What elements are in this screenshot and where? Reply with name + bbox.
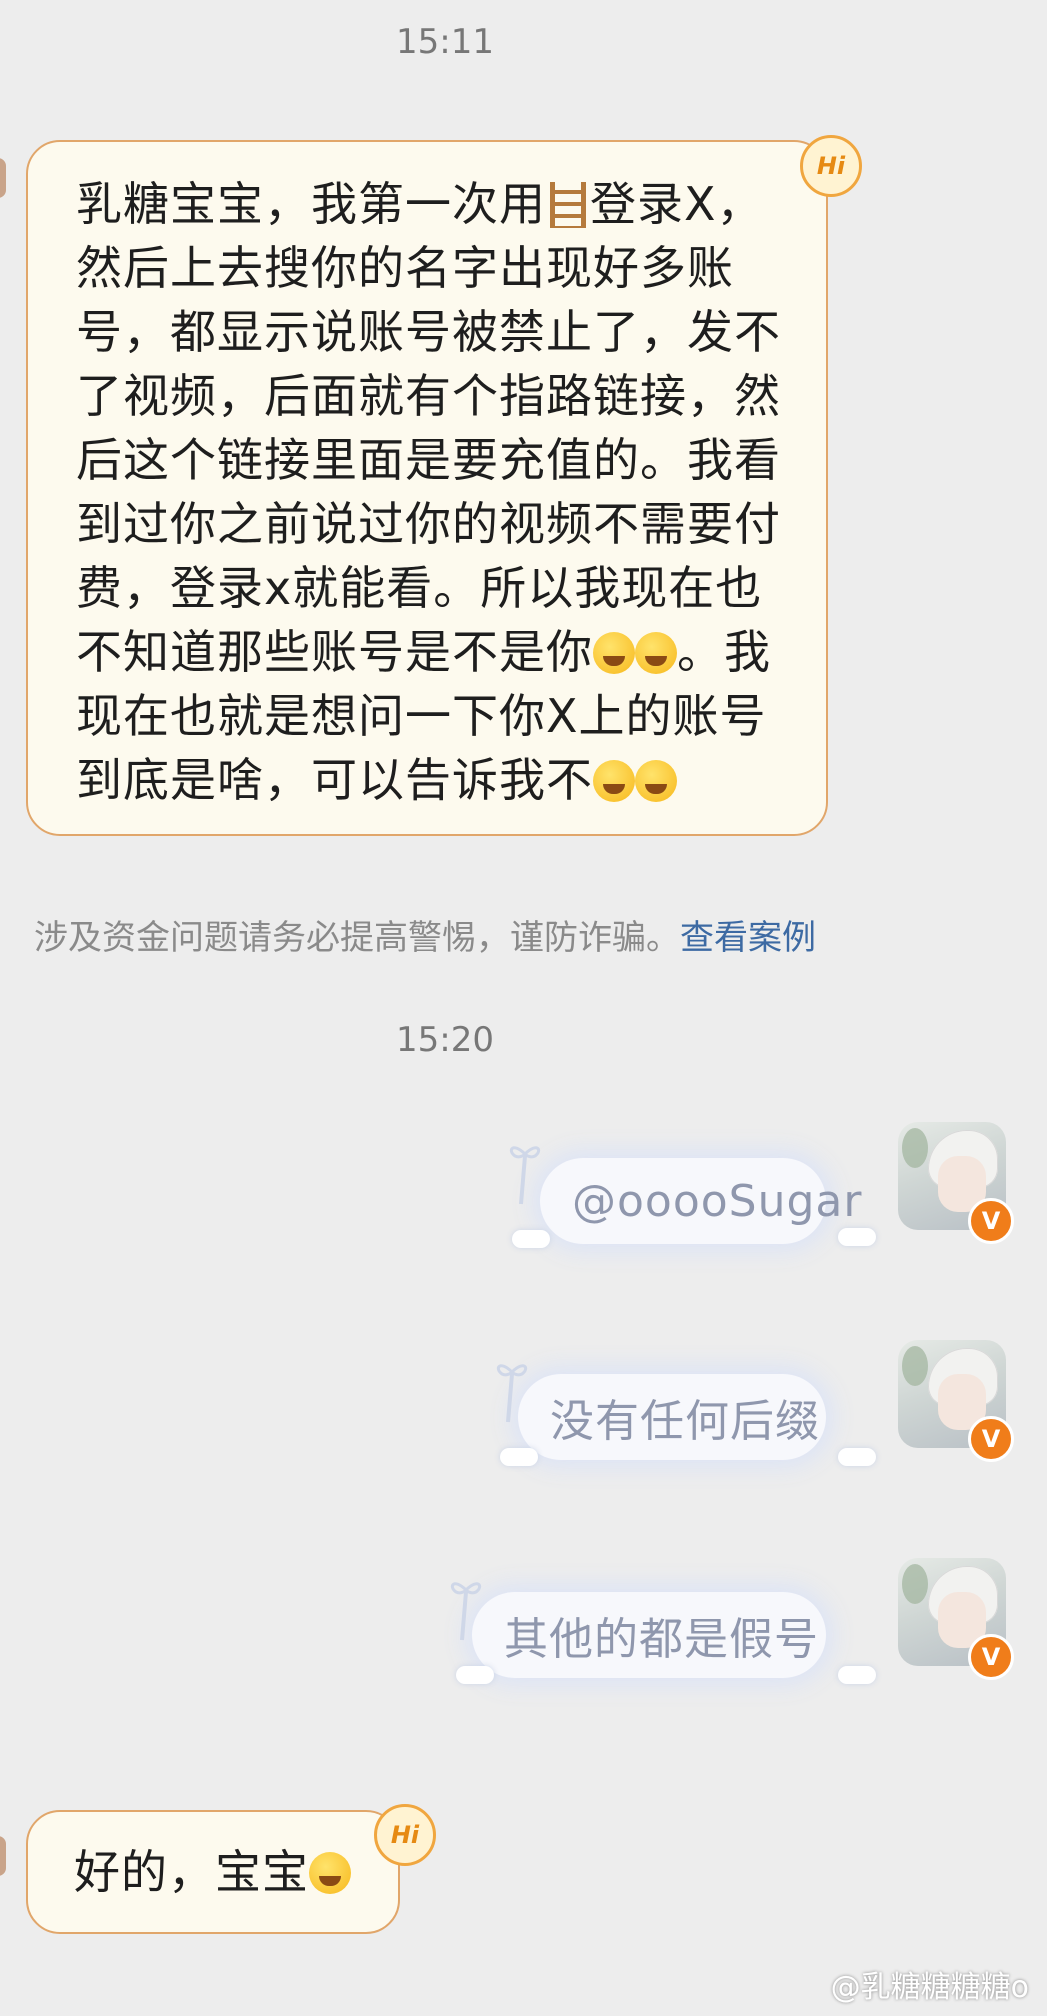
outgoing-message-bubble[interactable]: @ooooSugar — [540, 1158, 861, 1244]
verified-badge-icon: V — [968, 1634, 1014, 1680]
message-text: 乳糖宝宝，我第一次用 登录X， — [76, 177, 764, 231]
outgoing-message-bubble[interactable]: 没有任何后缀 — [518, 1374, 826, 1460]
kissing-heart-emoji-icon — [309, 1852, 351, 1894]
hi-badge-icon: Hi — [800, 135, 862, 197]
incoming-message-bubble[interactable]: 乳糖宝宝，我第一次用 登录X， 然后上去搜你的名字出现好多账 号，都显示说账号被禁… — [26, 140, 828, 836]
outgoing-message-bubble[interactable]: 其他的都是假号 — [472, 1592, 826, 1678]
message-text-line: 号，都显示说账号被禁止了，发不 — [76, 305, 781, 359]
message-text: @ooooSugar — [572, 1175, 863, 1227]
message-text: 其他的都是假号 — [504, 1614, 819, 1665]
incoming-message-bubble[interactable]: 好的，宝宝 — [26, 1810, 400, 1934]
view-cases-link[interactable]: 查看案例 — [680, 918, 816, 958]
message-text-line: 现在也就是想问一下你X上的账号 — [76, 689, 767, 743]
cloud-decoration-icon — [512, 1230, 550, 1248]
timestamp: 15:20 — [396, 1020, 494, 1060]
laughing-crying-emoji-icon — [635, 632, 677, 674]
ribbon-bow-icon — [509, 1146, 541, 1205]
fraud-warning-notice: 涉及资金问题请务必提高警惕，谨防诈骗。查看案例 — [34, 910, 816, 959]
pleading-emoji-icon — [635, 760, 677, 802]
cloud-decoration-icon — [500, 1448, 538, 1466]
timestamp: 15:11 — [396, 22, 494, 62]
sender-avatar-edge[interactable] — [0, 158, 6, 198]
message-text-line: 后这个链接里面是要充值的。我看 — [76, 433, 781, 487]
cloud-decoration-icon — [456, 1666, 494, 1684]
pleading-emoji-icon — [593, 760, 635, 802]
sender-avatar-edge[interactable] — [0, 1836, 6, 1876]
hi-badge-icon: Hi — [374, 1804, 436, 1866]
verified-badge-icon: V — [968, 1198, 1014, 1244]
message-text: 没有任何后缀 — [550, 1396, 820, 1447]
ribbon-bow-icon — [496, 1364, 528, 1423]
message-text-line: 费，登录x就能看。所以我现在也 — [76, 561, 763, 615]
message-text-line: 了视频，后面就有个指路链接，然 — [76, 369, 781, 423]
message-text-line: 到过你之前说过你的视频不需要付 — [76, 497, 781, 551]
cloud-decoration-icon — [838, 1666, 876, 1684]
message-text-line: 到底是啥，可以告诉我不 — [76, 748, 800, 812]
message-text-line: 不知道那些账号是不是你 。我 — [76, 625, 771, 679]
message-text-line: 然后上去搜你的名字出现好多账 — [76, 241, 734, 295]
laughing-crying-emoji-icon — [593, 632, 635, 674]
ribbon-bow-icon — [450, 1582, 482, 1641]
cloud-decoration-icon — [838, 1228, 876, 1246]
verified-badge-icon: V — [968, 1416, 1014, 1462]
weibo-watermark: @乳糖糖糖糖o — [830, 1970, 1029, 2005]
fraud-warning-text: 涉及资金问题请务必提高警惕，谨防诈骗。 — [34, 918, 680, 958]
message-text: 好的，宝宝 — [74, 1840, 374, 1904]
ladder-icon — [550, 182, 586, 228]
cloud-decoration-icon — [838, 1448, 876, 1466]
